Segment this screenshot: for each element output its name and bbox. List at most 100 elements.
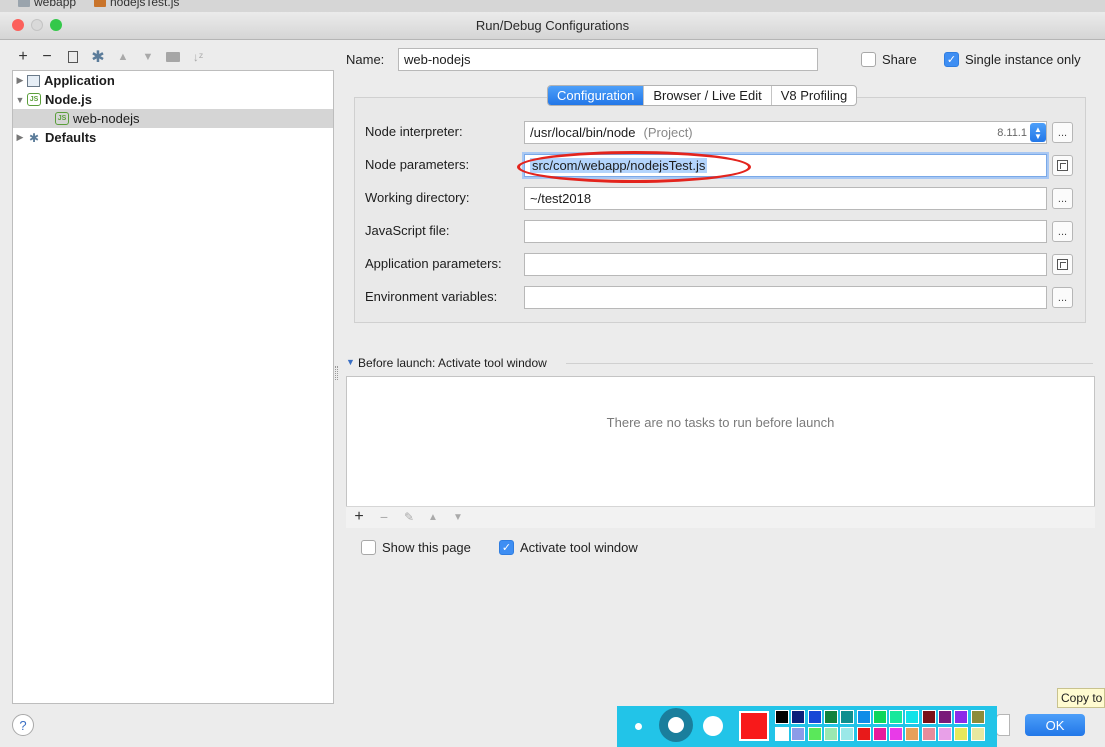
- wrench-icon: ✱: [91, 49, 105, 66]
- working-directory-browse-button[interactable]: ...: [1052, 188, 1073, 209]
- nodejs-icon: JS: [55, 112, 69, 125]
- name-label: Name:: [346, 52, 385, 67]
- splitter-handle[interactable]: [335, 366, 338, 380]
- zoom-window-button[interactable]: [50, 19, 62, 31]
- cancel-button[interactable]: [996, 714, 1010, 736]
- editor-tab-label: nodejsTest.js: [110, 0, 180, 9]
- application-parameters-label: Application parameters:: [365, 256, 502, 271]
- color-swatch[interactable]: [938, 727, 952, 741]
- color-swatch[interactable]: [807, 727, 822, 741]
- tree-item-defaults[interactable]: ▶ ✱ Defaults: [13, 128, 333, 147]
- pen-size-medium-button[interactable]: [659, 708, 693, 742]
- sort-configurations-button[interactable]: ↓ᶻ: [188, 48, 208, 66]
- pen-size-small-button[interactable]: [635, 723, 642, 730]
- tab-browser-live-edit[interactable]: Browser / Live Edit: [643, 86, 770, 105]
- environment-variables-browse-button[interactable]: ...: [1052, 287, 1073, 308]
- edit-defaults-button[interactable]: ✱: [88, 48, 108, 66]
- tree-item-label: Node.js: [45, 92, 92, 107]
- window-title: Run/Debug Configurations: [475, 18, 630, 33]
- sort-icon: ↓ᶻ: [192, 50, 204, 64]
- move-task-up-button[interactable]: ▲: [424, 508, 442, 526]
- ok-button[interactable]: OK: [1025, 714, 1085, 736]
- color-swatch[interactable]: [840, 727, 855, 741]
- node-version: 8.11.1: [997, 126, 1027, 139]
- activate-tool-window-checkbox[interactable]: ✓: [499, 540, 514, 555]
- javascript-file-browse-button[interactable]: ...: [1052, 221, 1073, 242]
- move-task-down-button[interactable]: ▼: [449, 508, 467, 526]
- close-window-button[interactable]: [12, 19, 24, 31]
- color-swatch[interactable]: [823, 727, 838, 741]
- color-swatch[interactable]: [921, 727, 936, 741]
- color-swatch[interactable]: [954, 727, 969, 741]
- move-down-button[interactable]: ▼: [138, 48, 158, 66]
- show-page-checkbox[interactable]: [361, 540, 376, 555]
- color-swatch[interactable]: [872, 710, 887, 724]
- section-divider: [566, 363, 1093, 364]
- tab-configuration[interactable]: Configuration: [548, 86, 644, 105]
- application-parameters-input[interactable]: [524, 253, 1047, 276]
- tree-item-web-nodejs[interactable]: JS web-nodejs: [13, 109, 333, 128]
- color-swatch[interactable]: [905, 727, 920, 741]
- editor-tab-strip: webapp nodejsTest.js: [0, 0, 1105, 12]
- color-swatch[interactable]: [905, 710, 920, 724]
- expand-arrow-icon[interactable]: ▶: [13, 75, 27, 86]
- color-swatch[interactable]: [807, 710, 822, 724]
- color-swatch[interactable]: [823, 710, 838, 724]
- color-swatch[interactable]: [856, 710, 871, 724]
- tree-item-application[interactable]: ▶ Application: [13, 71, 333, 90]
- pencil-icon: ✎: [403, 510, 415, 524]
- add-task-button[interactable]: +: [350, 508, 368, 526]
- tree-item-label: web-nodejs: [73, 111, 140, 126]
- remove-task-button[interactable]: −: [375, 508, 393, 526]
- working-directory-input[interactable]: ~/test2018: [524, 187, 1047, 210]
- new-folder-button[interactable]: [163, 48, 183, 66]
- color-swatch[interactable]: [970, 727, 985, 741]
- color-swatch[interactable]: [775, 710, 789, 724]
- pen-size-large-button[interactable]: [703, 716, 723, 736]
- config-tabs: Configuration Browser / Live Edit V8 Pro…: [547, 85, 858, 106]
- add-configuration-button[interactable]: +: [13, 48, 33, 66]
- edit-task-button[interactable]: ✎: [400, 508, 418, 526]
- color-swatch[interactable]: [872, 727, 887, 741]
- show-page-label: Show this page: [382, 540, 471, 555]
- color-swatch[interactable]: [840, 710, 855, 724]
- editor-tab-webapp[interactable]: webapp: [18, 0, 76, 10]
- remove-configuration-button[interactable]: −: [37, 48, 57, 66]
- current-color-swatch[interactable]: [739, 711, 769, 741]
- editor-tab-nodejstest[interactable]: nodejsTest.js: [94, 0, 179, 10]
- application-parameters-expand-button[interactable]: [1052, 254, 1073, 275]
- node-interpreter-browse-button[interactable]: ...: [1052, 122, 1073, 143]
- dropdown-arrows-icon[interactable]: ▲ ▼: [1030, 123, 1046, 142]
- name-input[interactable]: web-nodejs: [398, 48, 818, 71]
- expand-field-icon: [1057, 259, 1068, 270]
- node-parameters-expand-button[interactable]: [1052, 155, 1073, 176]
- expand-field-icon: [1057, 160, 1068, 171]
- configuration-tree[interactable]: ▶ Application ▼ JS Node.js JS web-nodejs…: [12, 70, 334, 704]
- color-swatch[interactable]: [791, 727, 806, 741]
- color-swatch[interactable]: [921, 710, 936, 724]
- expand-arrow-icon[interactable]: ▶: [13, 132, 27, 143]
- before-launch-collapse-icon[interactable]: ▼: [346, 357, 355, 367]
- node-interpreter-select[interactable]: /usr/local/bin/node (Project) 8.11.1 ▲ ▼: [524, 121, 1047, 144]
- color-swatch[interactable]: [889, 710, 904, 724]
- color-swatch[interactable]: [889, 727, 904, 741]
- color-swatch[interactable]: [791, 710, 806, 724]
- color-swatch[interactable]: [970, 710, 985, 724]
- tree-item-nodejs[interactable]: ▼ JS Node.js: [13, 90, 333, 109]
- share-checkbox[interactable]: [861, 52, 876, 67]
- help-button[interactable]: ?: [12, 714, 34, 736]
- collapse-arrow-icon[interactable]: ▼: [13, 95, 27, 105]
- color-swatch[interactable]: [856, 727, 871, 741]
- minimize-window-button[interactable]: [31, 19, 43, 31]
- color-swatch[interactable]: [954, 710, 969, 724]
- tab-v8-profiling[interactable]: V8 Profiling: [770, 86, 856, 105]
- single-instance-checkbox[interactable]: ✓: [944, 52, 959, 67]
- js-file-icon: [94, 0, 106, 7]
- color-swatch[interactable]: [775, 727, 789, 741]
- color-swatch[interactable]: [938, 710, 952, 724]
- javascript-file-input[interactable]: [524, 220, 1047, 243]
- move-up-button[interactable]: ▲: [113, 48, 133, 66]
- copy-configuration-button[interactable]: [63, 48, 83, 66]
- working-directory-label: Working directory:: [365, 190, 470, 205]
- environment-variables-input[interactable]: [524, 286, 1047, 309]
